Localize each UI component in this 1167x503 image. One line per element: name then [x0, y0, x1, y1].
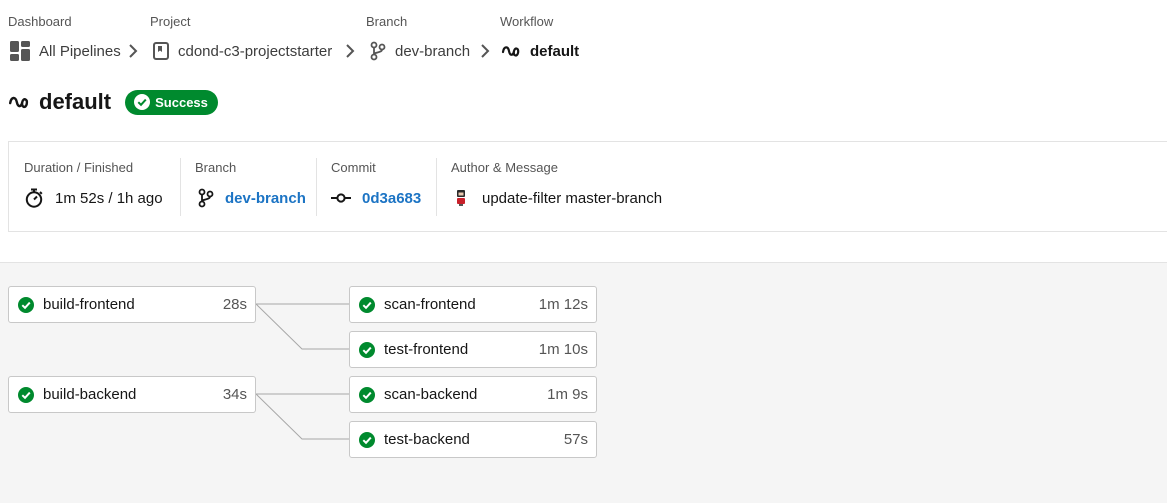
job-name: build-backend	[43, 386, 137, 403]
workflow-graph: build-frontend 28s scan-frontend 1m 12s …	[0, 262, 1167, 503]
success-check-icon	[18, 296, 34, 313]
duration-value-row: 1m 52s / 1h ago	[24, 188, 163, 208]
branch-label: Branch	[195, 160, 237, 175]
branch-value-row: dev-branch	[198, 188, 306, 208]
check-circle-icon	[134, 94, 151, 110]
job-duration: 1m 12s	[538, 296, 588, 313]
author-value-row: update-filter master-branch	[451, 188, 662, 208]
job-duration: 1m 10s	[538, 341, 588, 358]
workflow-summary: Duration / Finished 1m 52s / 1h ago Bran…	[8, 141, 1167, 232]
job-duration: 28s	[222, 296, 247, 313]
author-label: Author & Message	[451, 160, 558, 175]
breadcrumb-branch-label: Branch	[366, 14, 408, 29]
breadcrumb: Dashboard All Pipelines Project cdond-c3…	[0, 0, 1167, 80]
success-check-icon	[359, 341, 375, 358]
breadcrumb-dashboard-label: Dashboard	[8, 14, 72, 29]
chevron-right-icon	[481, 44, 490, 58]
success-check-icon	[359, 386, 375, 403]
breadcrumb-workflow-label: Workflow	[500, 14, 554, 29]
status-badge-label: Success	[155, 94, 208, 110]
page-title: default	[39, 89, 112, 114]
workflow-icon	[8, 96, 29, 109]
job-card-build-backend[interactable]: build-backend 34s	[8, 376, 256, 413]
job-duration: 34s	[222, 386, 247, 403]
success-check-icon	[18, 386, 34, 403]
breadcrumb-dashboard-value: All Pipelines	[39, 42, 121, 60]
divider	[436, 158, 437, 216]
success-check-icon	[359, 431, 375, 448]
job-card-scan-backend[interactable]: scan-backend 1m 9s	[349, 376, 597, 413]
git-commit-icon	[331, 193, 351, 203]
job-name: build-frontend	[43, 296, 135, 313]
dashboard-icon	[10, 41, 30, 61]
breadcrumb-all-pipelines-link[interactable]: All Pipelines	[10, 41, 121, 61]
duration-value: 1m 52s / 1h ago	[55, 189, 163, 207]
status-badge: Success	[125, 89, 218, 115]
chevron-right-icon	[129, 44, 138, 58]
job-name: test-backend	[384, 431, 470, 448]
duration-label: Duration / Finished	[24, 160, 134, 175]
git-branch-icon	[198, 188, 214, 208]
branch-link[interactable]: dev-branch	[225, 190, 306, 207]
job-duration: 1m 9s	[547, 386, 588, 403]
breadcrumb-project-value: cdond-c3-projectstarter	[178, 42, 333, 60]
breadcrumb-project-link[interactable]: cdond-c3-projectstarter	[153, 41, 332, 61]
breadcrumb-project-label: Project	[150, 14, 191, 29]
workflow-icon	[501, 46, 520, 57]
commit-message: update-filter master-branch	[482, 189, 663, 207]
git-branch-icon	[370, 41, 386, 61]
commit-value-row: 0d3a683	[331, 188, 421, 208]
breadcrumb-branch-value: dev-branch	[395, 42, 471, 60]
breadcrumb-workflow-value: default	[530, 42, 580, 60]
breadcrumb-workflow-current: default	[501, 41, 579, 61]
job-name: scan-frontend	[384, 296, 476, 313]
job-name: test-frontend	[384, 341, 469, 358]
job-card-test-backend[interactable]: test-backend 57s	[349, 421, 597, 458]
avatar	[457, 190, 465, 206]
job-name: scan-backend	[384, 386, 478, 403]
repository-icon	[153, 42, 169, 60]
divider	[316, 158, 317, 216]
stopwatch-icon	[25, 188, 43, 208]
commit-link[interactable]: 0d3a683	[362, 190, 421, 207]
workflow-header: default Success	[8, 88, 218, 116]
job-card-test-frontend[interactable]: test-frontend 1m 10s	[349, 331, 597, 368]
job-duration: 57s	[563, 431, 588, 448]
job-card-build-frontend[interactable]: build-frontend 28s	[8, 286, 256, 323]
divider	[180, 158, 181, 216]
success-check-icon	[359, 296, 375, 313]
job-card-scan-frontend[interactable]: scan-frontend 1m 12s	[349, 286, 597, 323]
breadcrumb-branch-link[interactable]: dev-branch	[370, 41, 470, 61]
commit-label: Commit	[331, 160, 376, 175]
chevron-right-icon	[346, 44, 355, 58]
